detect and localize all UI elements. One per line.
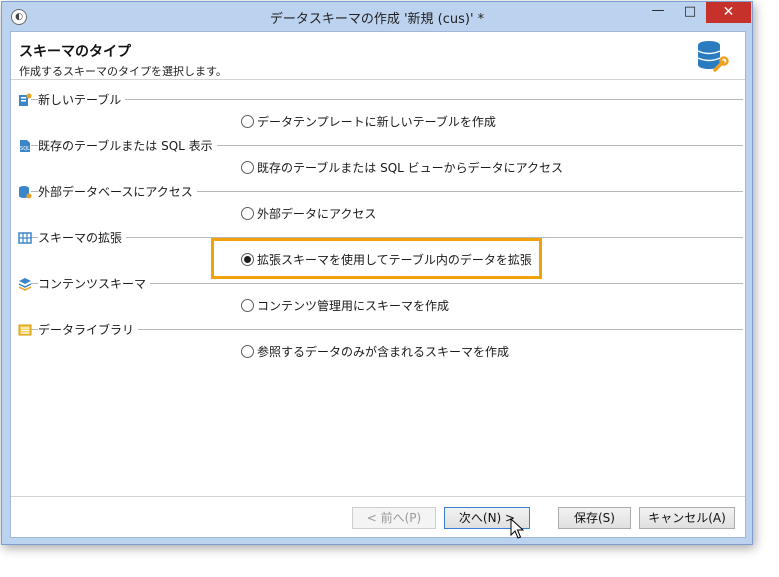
option-label[interactable]: 参照するデータのみが含まれるスキーマを作成 (257, 343, 509, 360)
title-bar[interactable]: ◐ データスキーマの作成 '新規 (cus)' * — □ ✕ (2, 2, 752, 31)
section-label: 既存のテーブルまたは SQL 表示 (38, 137, 217, 154)
database-wrench-icon (697, 41, 729, 72)
dialog-window: ◐ データスキーマの作成 '新規 (cus)' * — □ ✕ スキーマのタイプ… (1, 1, 753, 545)
wizard-header: スキーマのタイプ 作成するスキーマのタイプを選択します。 (11, 32, 745, 80)
back-button[interactable]: < 前へ(P) (352, 507, 436, 529)
radio-existing-table[interactable] (241, 161, 254, 174)
minimize-button[interactable]: — (643, 2, 673, 23)
content-schema-icon (18, 278, 32, 291)
section-label: コンテンツスキーマ (38, 275, 151, 292)
section-new-table: 新しいテーブル (11, 90, 745, 110)
page-subtitle: 作成するスキーマのタイプを選択します。 (19, 65, 227, 78)
section-label: 外部データベースにアクセス (38, 183, 197, 200)
external-database-icon (19, 186, 32, 199)
radio-external-data[interactable] (241, 207, 254, 220)
maximize-button[interactable]: □ (675, 2, 705, 23)
sql-file-icon: SQL (20, 140, 30, 152)
svg-text:SQL: SQL (20, 146, 30, 152)
option-label[interactable]: コンテンツ管理用にスキーマを作成 (257, 297, 449, 314)
section-content-schema: コンテンツスキーマ (11, 274, 745, 294)
footer-divider (11, 496, 745, 497)
window-title: データスキーマの作成 '新規 (cus)' * (269, 12, 485, 27)
new-table-icon (19, 93, 32, 106)
radio-data-library[interactable] (241, 345, 254, 358)
option-label[interactable]: 外部データにアクセス (257, 205, 376, 222)
section-data-library: データライブラリ (11, 320, 745, 340)
radio-content-schema[interactable] (241, 299, 254, 312)
section-divider (31, 99, 743, 100)
close-button[interactable]: ✕ (706, 2, 751, 23)
section-external-db: 外部データベースにアクセス (11, 182, 745, 202)
cancel-button[interactable]: キャンセル(A) (639, 507, 735, 529)
section-existing-table: SQL 既存のテーブルまたは SQL 表示 (11, 136, 745, 156)
grid-icon (18, 232, 32, 244)
mouse-cursor-icon (510, 518, 524, 539)
radio-new-table[interactable] (241, 115, 254, 128)
section-label: スキーマの拡張 (38, 229, 127, 246)
section-label: データライブラリ (38, 321, 139, 338)
page-title: スキーマのタイプ (19, 44, 131, 60)
option-label[interactable]: データテンプレートに新しいテーブルを作成 (257, 113, 496, 130)
section-label: 新しいテーブル (38, 91, 126, 108)
save-button[interactable]: 保存(S) (558, 507, 631, 529)
selection-highlight (211, 238, 542, 279)
list-icon (18, 324, 32, 336)
option-label[interactable]: 既存のテーブルまたは SQL ビューからデータにアクセス (257, 159, 563, 176)
dialog-body: スキーマのタイプ 作成するスキーマのタイプを選択します。 新しいテーブル データ… (10, 31, 746, 538)
